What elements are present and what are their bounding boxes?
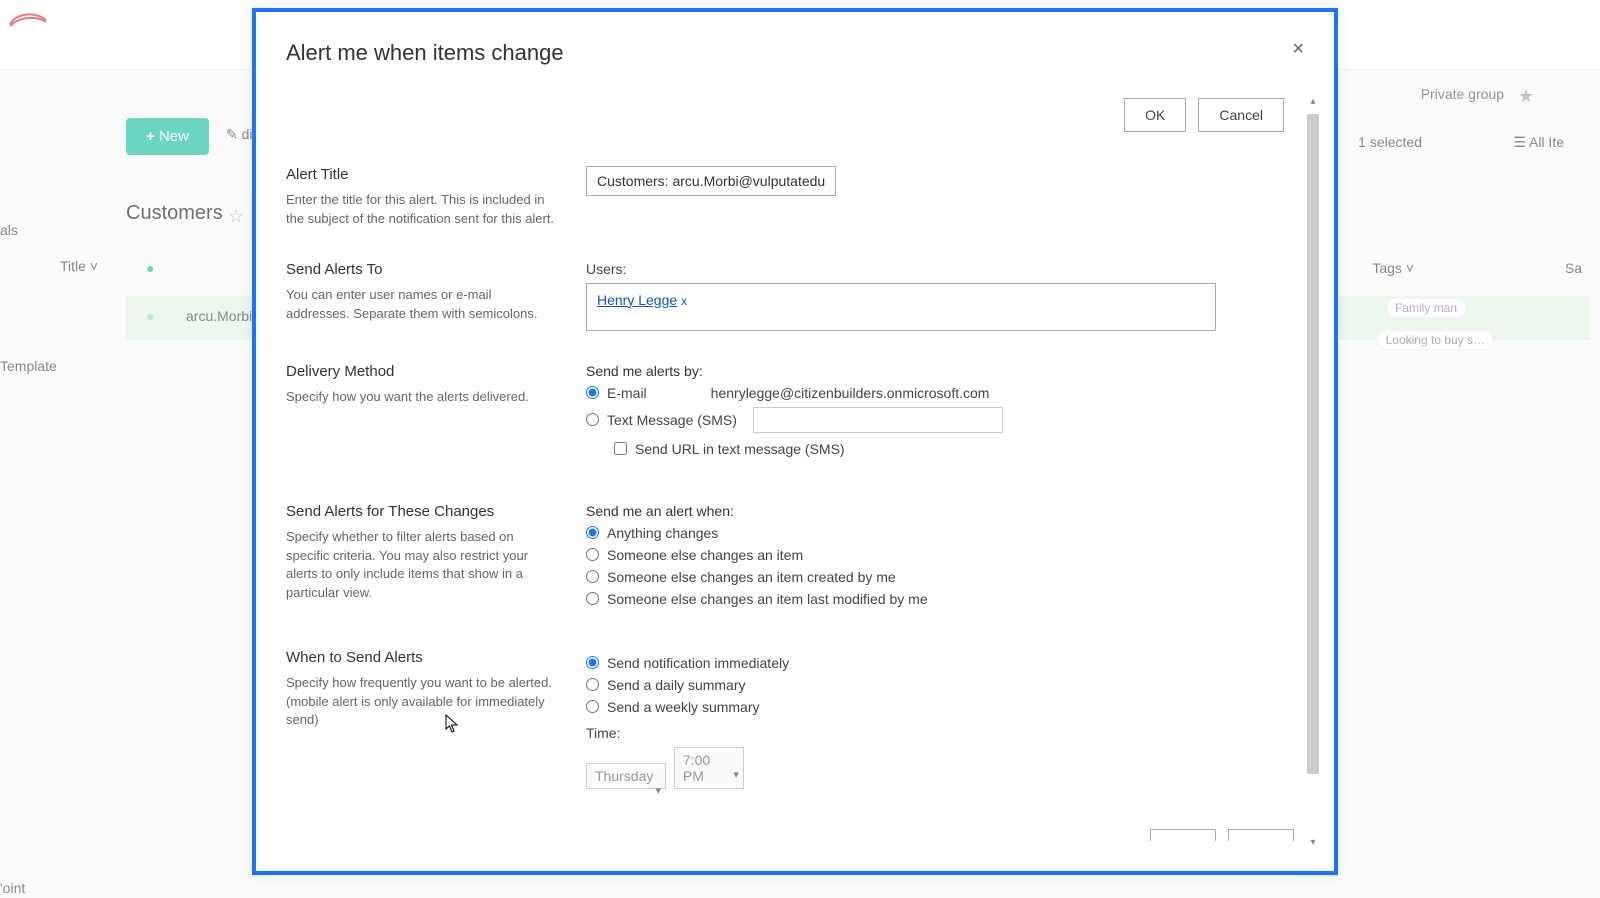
alert-title-input[interactable] [586,166,836,196]
new-button[interactable]: New [126,118,209,155]
radio-label: Someone else changes an item [607,547,803,563]
radio-sms-label: Text Message (SMS) [607,412,737,428]
radio-daily[interactable]: Send a daily summary [586,677,1294,693]
radio-immediate-input[interactable] [586,656,599,669]
edit-icon[interactable]: ✎ di [226,126,253,143]
radio-label: Someone else changes an item last modifi… [607,591,928,607]
section-heading: Delivery Method [286,363,556,380]
radio-created[interactable]: Someone else changes an item created by … [586,569,1294,585]
app-logo-icon [8,8,48,28]
radio-weekly-input[interactable] [586,700,599,713]
sidebar-template[interactable]: Template [0,358,57,374]
close-button[interactable]: × [1292,38,1304,61]
list-title: Customers [126,202,223,225]
alert-when-label: Send me an alert when: [586,503,1294,519]
time-label: Time: [586,725,1294,741]
radio-email-input[interactable] [586,386,599,399]
users-label: Users: [586,261,1294,277]
section-delivery: Delivery Method Specify how you want the… [286,347,1294,473]
email-address: henrylegge@citizenbuilders.onmicrosoft.c… [711,385,990,401]
radio-label: Anything changes [607,525,718,541]
checkmark-icon: ● [146,260,154,276]
all-items-view[interactable]: ☰ All Ite [1513,134,1564,151]
radio-label: Someone else changes an item created by … [607,569,896,585]
remove-user-icon[interactable]: x [681,294,687,308]
radio-immediate[interactable]: Send notification immediately [586,655,1294,671]
section-description: Specify how you want the alerts delivere… [286,388,556,407]
tag-pill[interactable]: Looking to buy s… [1377,330,1494,350]
day-select[interactable]: Thursday [586,763,666,789]
radio-modified-input[interactable] [586,592,599,605]
send-url-checkbox-row[interactable]: Send URL in text message (SMS) [614,441,1294,457]
user-chip[interactable]: Henry Legge [597,292,677,308]
radio-sms-input[interactable] [586,413,599,426]
section-description: Enter the title for this alert. This is … [286,191,556,229]
tag-pill[interactable]: Family man [1386,298,1466,318]
checkmark-icon: ● [146,308,154,324]
star-icon[interactable]: ☆ [228,206,244,227]
radio-label: Send a daily summary [607,677,746,693]
section-alert-title: Alert Title Enter the title for this ale… [286,150,1294,245]
radio-email[interactable]: E-mail henrylegge@citizenbuilders.onmicr… [586,385,1294,401]
section-heading: Send Alerts for These Changes [286,503,556,520]
radio-anything[interactable]: Anything changes [586,525,1294,541]
section-heading: Send Alerts To [286,261,556,278]
dialog-title: Alert me when items change [256,12,1334,78]
radio-anything-input[interactable] [586,526,599,539]
section-description: Specify how frequently you want to be al… [286,674,556,731]
send-url-label: Send URL in text message (SMS) [635,441,845,457]
radio-weekly[interactable]: Send a weekly summary [586,699,1294,715]
star-icon[interactable]: ★ [1518,86,1534,107]
radio-someone[interactable]: Someone else changes an item [586,547,1294,563]
private-group-label: Private group [1421,86,1504,102]
section-changes: Send Alerts for These Changes Specify wh… [286,473,1294,629]
section-description: You can enter user names or e-mail addre… [286,286,556,324]
radio-created-input[interactable] [586,570,599,583]
time-select[interactable]: 7:00 PM [674,747,744,789]
cancel-button-partial[interactable] [1228,829,1294,841]
alert-dialog: Alert me when items change × ▴ ▾ OK Canc… [252,8,1338,875]
send-by-label: Send me alerts by: [586,363,1294,379]
radio-modified[interactable]: Someone else changes an item last modifi… [586,591,1294,607]
sidebar-crumb: als [0,222,18,238]
ok-button-partial[interactable] [1150,829,1216,841]
radio-daily-input[interactable] [586,678,599,691]
ok-button[interactable]: OK [1124,98,1186,132]
section-heading: When to Send Alerts [286,649,556,666]
section-send-to: Send Alerts To You can enter user names … [286,245,1294,347]
section-when: When to Send Alerts Specify how frequent… [286,629,1294,805]
column-header-partial: Sa [1565,260,1582,276]
sms-number-input[interactable] [753,407,1003,433]
radio-sms[interactable]: Text Message (SMS) [586,407,1294,433]
footer-partial: 'oint [0,880,25,896]
chevron-down-icon: ˅ [90,258,98,274]
selected-count: 1 selected [1358,134,1422,150]
dialog-body: OK Cancel Alert Title Enter the title fo… [256,92,1318,871]
radio-email-label: E-mail [607,385,647,401]
top-button-row: OK Cancel [286,92,1294,150]
section-description: Specify whether to filter alerts based o… [286,528,556,603]
radio-label: Send notification immediately [607,655,789,671]
radio-label: Send a weekly summary [607,699,760,715]
section-heading: Alert Title [286,166,556,183]
column-header-tags[interactable]: Tags ˅ [1372,260,1414,276]
radio-someone-input[interactable] [586,548,599,561]
bottom-button-row [286,805,1294,841]
users-input[interactable]: Henry Legge x [586,283,1216,331]
cancel-button[interactable]: Cancel [1198,98,1284,132]
send-url-checkbox[interactable] [614,442,627,455]
